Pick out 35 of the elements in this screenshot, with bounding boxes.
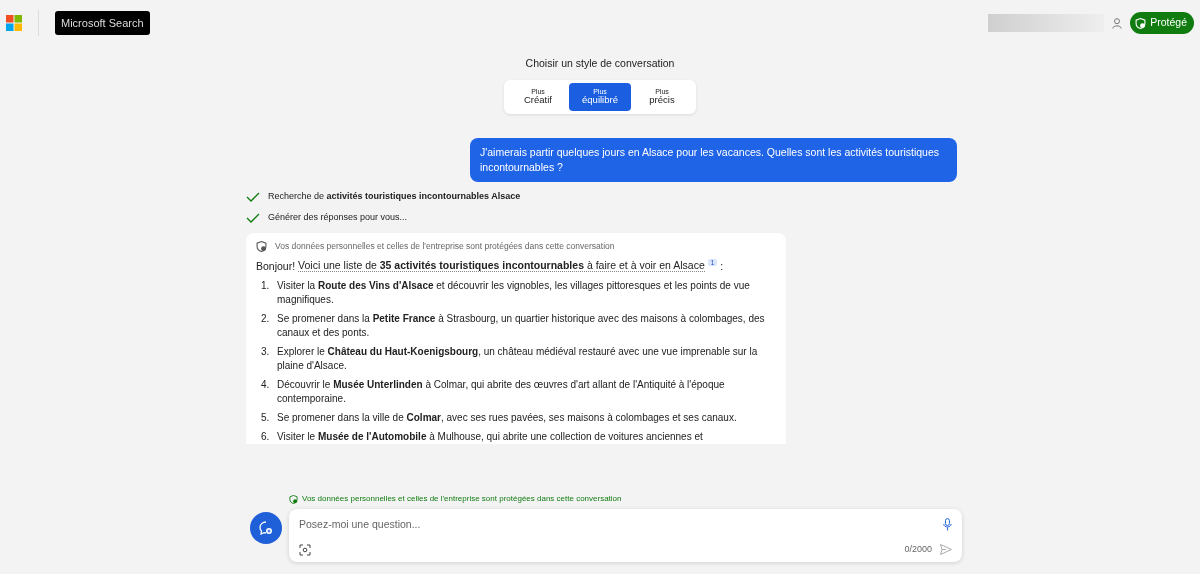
list-item-text: Explorer le Château du Haut-Koenigsbourg, un château médiéval restauré avec une vue imprenable sur la plaine d'Alsace. bbox=[277, 344, 759, 373]
answer-intro: Bonjour! Voici une liste de 35 activités touristiques incontournables à faire et à voir en Alsace $^{1}$ : bbox=[256, 257, 725, 274]
list-item-text: Visiter le Musée de l'Automobile à Mulhouse, qui abrite une collection de voitures anciennes et bbox=[277, 429, 703, 444]
list-item-text: Découvrir le Musée Unterlinden à Colmar, qui abrite des œuvres d'art allant de l'Antiquité à l'époque contemporaine. bbox=[277, 377, 726, 406]
character-counter: 0/2000 bbox=[904, 542, 932, 556]
camera-scan-icon[interactable] bbox=[299, 543, 311, 556]
list-number: 2. bbox=[260, 311, 271, 326]
user-message: J'aimerais partir quelques jours en Alsace pour les vacances. Quelles sont les activités touristiques incontournables ? bbox=[470, 137, 957, 182]
new-topic-button[interactable] bbox=[250, 512, 282, 544]
chat-plus-icon bbox=[258, 520, 274, 536]
microphone-icon[interactable] bbox=[943, 518, 952, 532]
picker-title: Choisir un style de conversation bbox=[524, 56, 676, 71]
list-item-text: Se promener dans la Petite France à Strasbourg, un quartier historique avec des maisons à colombages, des canaux et des ponts. bbox=[277, 311, 766, 340]
question-field[interactable]: Posez-moi une question... 0/2000 bbox=[289, 509, 962, 563]
list-number: 4. bbox=[260, 377, 271, 392]
citation-link[interactable]: Voici une liste de 35 activités touristiques incontournables à faire et à voir en Alsace bbox=[298, 259, 705, 272]
progress-step: Recherche de activités touristiques incontournables Alsace bbox=[268, 189, 521, 204]
checkmark-icon bbox=[246, 191, 260, 202]
shield-check-icon bbox=[1135, 17, 1147, 29]
shield-check-icon bbox=[289, 494, 298, 504]
privacy-notice: Vos données personnelles et celles de l'entreprise sont protégées dans cette conversation bbox=[302, 493, 622, 505]
list-item-text: Visiter la Route des Vins d'Alsace et découvrir les vignobles, les villages pittoresques et les points de vue magnifiques. bbox=[277, 278, 751, 307]
app-title: Microsoft Search bbox=[55, 10, 150, 36]
list-number: 5. bbox=[260, 410, 271, 425]
list-number: 3. bbox=[260, 344, 271, 359]
shield-check-icon bbox=[256, 240, 267, 252]
list-item-text: Se promener dans la ville de Colmar, avec ses rues pavées, ses maisons à colombages et ses canaux. bbox=[277, 410, 737, 425]
windows-logo-icon bbox=[6, 15, 22, 31]
list-number: 6. bbox=[260, 429, 271, 444]
checkmark-icon bbox=[246, 213, 260, 223]
protected-badge[interactable]: Protégé bbox=[1130, 12, 1194, 34]
privacy-notice: Vos données personnelles et celles de l'entreprise sont protégées dans cette conversation bbox=[275, 239, 615, 253]
list-number: 1. bbox=[260, 278, 271, 293]
progress-step: Générer des réponses pour vous... bbox=[268, 211, 408, 225]
person-icon[interactable] bbox=[1112, 17, 1123, 29]
